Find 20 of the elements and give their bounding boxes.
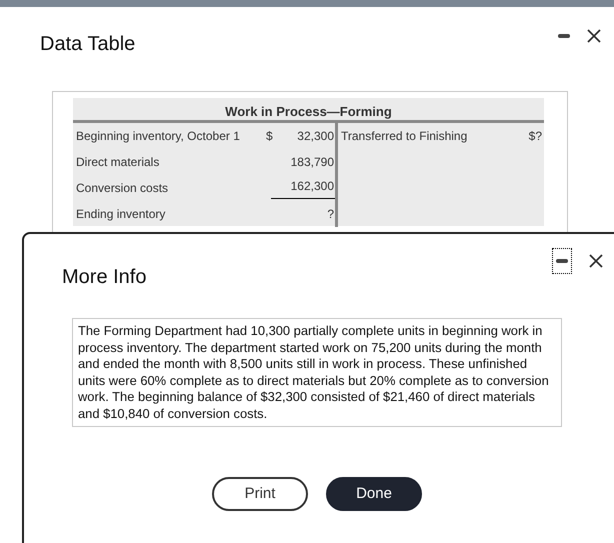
- row-label: Beginning inventory, October 1: [76, 128, 241, 145]
- row-label: Conversion costs: [76, 180, 170, 197]
- dialog-title: Data Table: [40, 32, 136, 57]
- print-button[interactable]: Print: [212, 477, 308, 511]
- close-icon[interactable]: [588, 253, 604, 269]
- table-title: Work in Process—Forming: [73, 98, 544, 123]
- info-text: The Forming Department had 10,300 partially complete units in beginning work in process inventory. The department started work on 75,200 units during the month and ended the month with 8,500 units still in work in process. These unfinished units were 60% complete as to direct materials but 20% complete as to conversion work. The beginning balance of $32,300 consisted of $21,460 of direct materials and $10,840 of conversion costs.: [72, 318, 562, 427]
- row-label: Transferred to Finishing: [341, 128, 468, 145]
- close-icon[interactable]: [586, 28, 602, 44]
- minimize-icon[interactable]: [552, 248, 572, 274]
- row-label: Ending inventory: [76, 206, 166, 223]
- done-button[interactable]: Done: [326, 477, 422, 511]
- amount: $?: [528, 128, 542, 145]
- currency-symbol: $: [266, 129, 273, 143]
- dialog-title: More Info: [62, 265, 146, 290]
- amount: 162,300: [270, 177, 335, 199]
- amount: 183,790: [290, 154, 334, 171]
- amount: ?: [327, 206, 334, 223]
- amount: 32,300: [297, 128, 334, 145]
- row-label: Direct materials: [76, 154, 160, 171]
